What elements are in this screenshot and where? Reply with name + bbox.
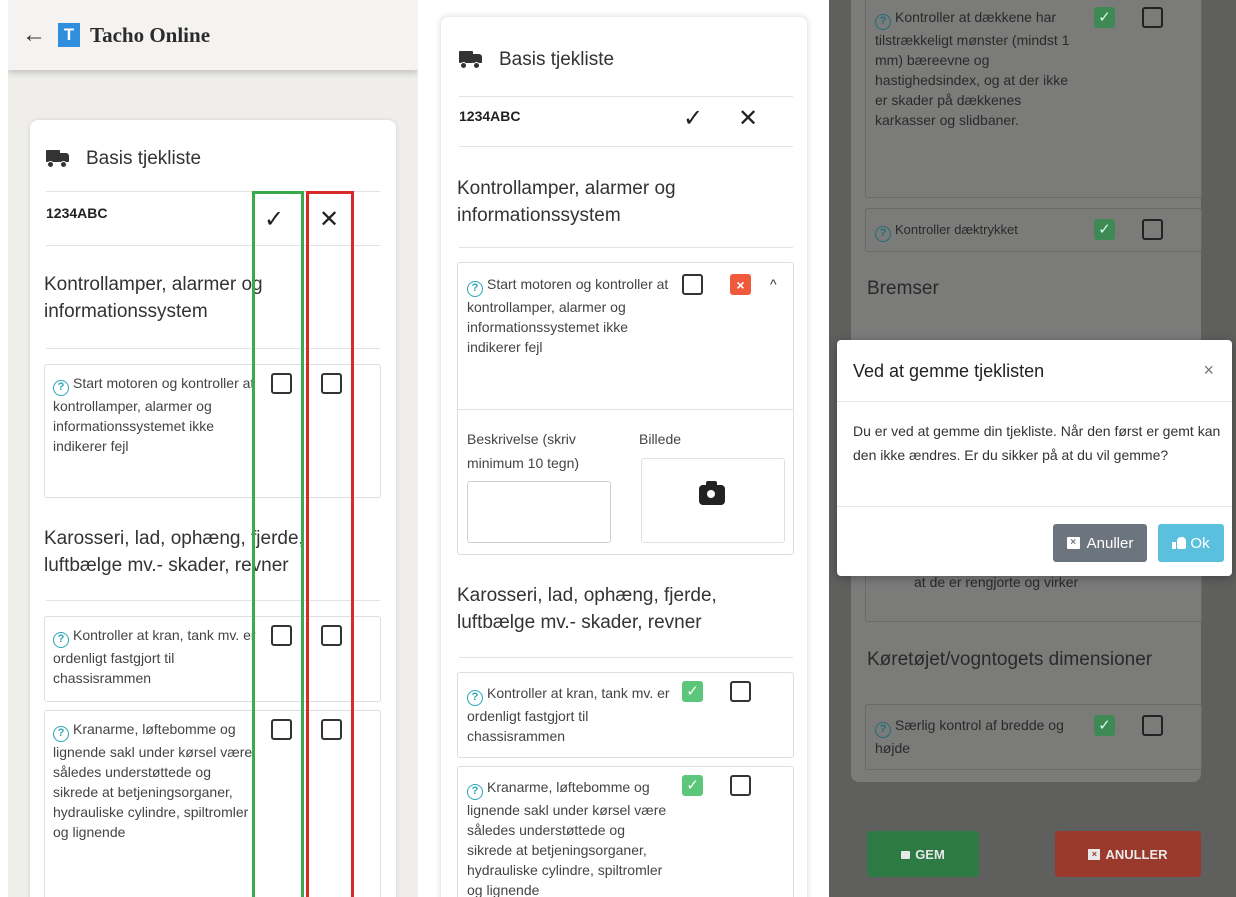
item-text-kran: ? Kontroller at kran, tank mv. er ordenli… [467, 685, 670, 744]
question-icon[interactable]: ? [467, 784, 483, 800]
section-title-karosseri: Karosseri, lad, ophæng, fjerde, luftbælg… [457, 585, 717, 633]
list-item: ? Kranarme, løftebomme og lignende sakl u… [457, 766, 794, 897]
question-icon[interactable]: ? [875, 14, 891, 30]
image-label: Billede [639, 431, 682, 447]
fail-checkbox[interactable] [730, 681, 751, 702]
list-item: ? Kontroller at kran, tank mv. er ordenli… [457, 672, 794, 758]
question-icon[interactable]: ? [875, 722, 891, 738]
question-icon[interactable]: ? [875, 226, 891, 242]
description-label: Beskrivelse (skriv minimum 10 tegn) [467, 431, 580, 471]
save-button[interactable]: GEM [867, 831, 979, 877]
item-text-motor: ? Start motoren og kontroller at kontroll… [53, 375, 255, 454]
ok-checkbox-checked[interactable]: ✓ [1094, 715, 1115, 736]
ok-checkbox-checked[interactable]: ✓ [1094, 7, 1115, 28]
close-icon[interactable]: × [1203, 360, 1214, 381]
card-header: Basis tjekliste [46, 148, 201, 170]
cancel-button[interactable]: × ANULLER [1055, 831, 1201, 877]
collapse-chevron-icon[interactable]: ^ [770, 276, 777, 292]
list-item-expanded: ? Start motoren og kontroller at kontroll… [457, 262, 794, 555]
back-arrow-icon[interactable]: ← [22, 23, 46, 47]
fail-column-highlight [306, 191, 354, 897]
ok-checkbox-checked[interactable]: ✓ [682, 681, 703, 702]
list-item: ? Særlig kontrol af bredde og højde ✓ [865, 704, 1202, 770]
item-text-kranarme: ? Kranarme, løftebomme og lignende sakl u… [53, 721, 253, 840]
fail-checkbox[interactable] [1142, 219, 1163, 240]
ok-column-check-icon: ✓ [683, 105, 704, 132]
fail-checkbox[interactable] [1142, 7, 1163, 28]
panel-checklist-filled: Basis tjekliste 1234ABC ✓ ✕ Kontrollampe… [430, 0, 823, 897]
fail-checkbox[interactable] [1142, 715, 1163, 736]
question-icon[interactable]: ? [467, 281, 483, 297]
card-title: Basis tjekliste [499, 49, 615, 70]
checklist-card: Basis tjekliste 1234ABC ✓ ✕ Kontrollampe… [440, 16, 808, 897]
thumbs-up-icon [1172, 537, 1187, 549]
fail-column-cross-icon: ✕ [738, 105, 759, 132]
question-icon[interactable]: ? [53, 632, 69, 648]
modal-ok-button[interactable]: Ok [1158, 524, 1224, 562]
app-logo: T [58, 23, 80, 47]
panel-save-confirmation: ? Kontroller at dækkene har tilstrækkelig… [829, 0, 1236, 897]
modal-title: Ved at gemme tjeklisten [853, 361, 1045, 381]
ok-checkbox[interactable] [682, 274, 703, 295]
panel-checklist-overview: ← T Tacho Online Basis tjekliste 1234ABC… [8, 0, 418, 897]
camera-icon [699, 481, 725, 505]
item-text-kranarme: ? Kranarme, løftebomme og lignende sakl u… [467, 779, 667, 897]
fail-checkbox[interactable] [730, 775, 751, 796]
lock-icon [901, 851, 911, 859]
item-text-bredde: ? Særlig kontrol af bredde og højde [875, 717, 1064, 756]
modal-body: Du er ved at gemme din tjekliste. Når de… [853, 423, 1221, 463]
license-plate: 1234ABC [459, 108, 521, 124]
list-item: ? Kontroller dæktrykket ✓ [865, 208, 1202, 252]
item-text-kran: ? Kontroller at kran, tank mv. er ordenli… [53, 627, 256, 686]
section-title-dimensioner: Køretøjet/vogntogets dimensioner [867, 649, 1153, 670]
question-icon[interactable]: ? [53, 726, 69, 742]
truck-icon [46, 150, 70, 168]
close-square-icon: × [1088, 848, 1101, 860]
close-square-icon: × [1066, 537, 1080, 549]
truck-icon [459, 51, 483, 69]
list-item: ? Kontroller at dækkene har tilstrækkelig… [865, 0, 1202, 198]
save-confirmation-modal: Ved at gemme tjeklisten × Du er ved at g… [837, 340, 1232, 576]
question-icon[interactable]: ? [467, 690, 483, 706]
item-text-motor: ? Start motoren og kontroller at kontroll… [467, 276, 669, 355]
ok-column-highlight [252, 191, 304, 897]
app-title: Tacho Online [90, 22, 211, 47]
card-title: Basis tjekliste [86, 148, 202, 169]
section-title-kontrollamper: Kontrollamper, alarmer og informationssy… [457, 178, 676, 226]
card-header: Basis tjekliste [459, 49, 614, 71]
description-textarea[interactable] [467, 481, 611, 543]
license-plate: 1234ABC [46, 205, 108, 221]
app-header: ← T Tacho Online [8, 0, 418, 70]
question-icon[interactable]: ? [53, 380, 69, 396]
item-text-daektryk: ? Kontroller dæktrykket [875, 220, 1080, 242]
photo-upload[interactable] [641, 458, 785, 543]
item-text-daek-moenster: ? Kontroller at dækkene har tilstrækkelig… [875, 9, 1070, 128]
section-title-bremser: Bremser [867, 278, 939, 299]
modal-cancel-button[interactable]: × Anuller [1053, 524, 1147, 562]
ok-checkbox-checked[interactable]: ✓ [1094, 219, 1115, 240]
ok-checkbox-checked[interactable]: ✓ [682, 775, 703, 796]
fail-checkbox-checked[interactable]: × [730, 274, 751, 295]
